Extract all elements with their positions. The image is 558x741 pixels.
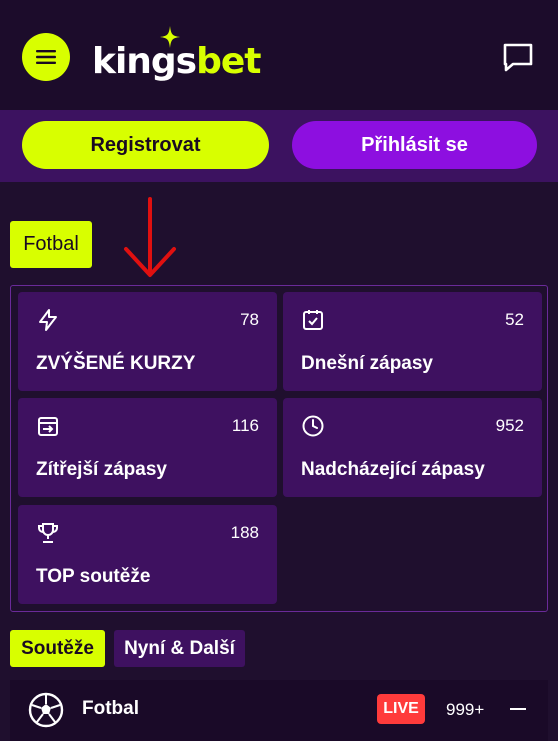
- tab-now-and-next[interactable]: Nyní & Další: [114, 630, 245, 667]
- register-button[interactable]: Registrovat: [22, 121, 269, 169]
- top-header: kings bet: [0, 0, 558, 110]
- tile-boosted-odds[interactable]: 78 ZVÝŠENÉ KURZY: [18, 292, 277, 391]
- auth-bar: Registrovat Přihlásit se: [0, 110, 558, 182]
- calendar-arrow-icon: [38, 417, 58, 436]
- lightning-icon: [39, 309, 57, 331]
- clock-icon: [302, 415, 324, 437]
- hamburger-icon: [36, 50, 56, 64]
- sport-row-football[interactable]: Fotbal LIVE 999+: [10, 680, 548, 741]
- kingsbet-logo[interactable]: kings bet: [92, 26, 262, 82]
- tile-count: 52: [505, 310, 524, 329]
- down-arrow-annotation: [124, 197, 176, 277]
- tab-competitions[interactable]: Soutěže: [10, 630, 105, 667]
- tile-label: ZVÝŠENÉ KURZY: [36, 353, 196, 374]
- sport-name: Fotbal: [82, 698, 139, 719]
- event-count: 999+: [446, 700, 485, 719]
- logo-text-accent: bet: [196, 41, 261, 82]
- tile-count: 952: [495, 416, 524, 435]
- menu-button[interactable]: [22, 33, 70, 81]
- sport-filter-chip[interactable]: Fotbal: [10, 221, 92, 268]
- login-button[interactable]: Přihlásit se: [292, 121, 537, 169]
- logo-text-main: kings: [92, 41, 197, 82]
- tile-today-matches[interactable]: 52 Dnešní zápasy: [283, 292, 542, 391]
- chat-icon[interactable]: [500, 39, 536, 75]
- trophy-icon: [38, 523, 58, 543]
- live-badge: LIVE: [377, 694, 425, 724]
- tile-tomorrow-matches[interactable]: 116 Zítřejší zápasy: [18, 398, 277, 497]
- tile-count: 188: [230, 523, 259, 542]
- calendar-check-icon: [303, 310, 323, 330]
- tile-label: TOP soutěže: [36, 566, 151, 587]
- tile-count: 78: [240, 310, 259, 329]
- tile-count: 116: [231, 416, 259, 435]
- tile-top-competitions[interactable]: 188 TOP soutěže: [18, 505, 277, 604]
- tile-label: Nadcházející zápasy: [301, 459, 485, 480]
- tile-label: Dnešní zápasy: [301, 353, 433, 374]
- tile-label: Zítřejší zápasy: [36, 459, 167, 480]
- collapse-icon[interactable]: [510, 708, 526, 710]
- soccer-ball-icon: [28, 692, 64, 728]
- sparkle-icon: [160, 26, 180, 48]
- tile-upcoming-matches[interactable]: 952 Nadcházející zápasy: [283, 398, 542, 497]
